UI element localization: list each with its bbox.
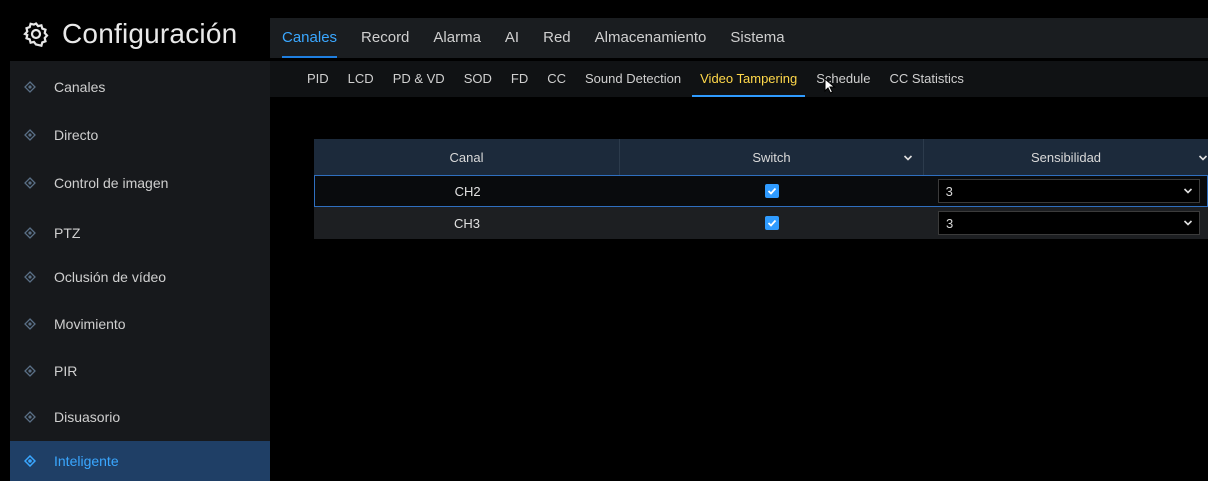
sidebar-item-label: Inteligente <box>54 453 119 469</box>
top-bar: Configuración Canales Record Alarma AI R… <box>0 0 1208 61</box>
sidebar-item-disuasorio[interactable]: Disuasorio <box>10 394 270 440</box>
header-sensibilidad-label: Sensibilidad <box>1030 149 1102 165</box>
tab-ai[interactable]: AI <box>505 18 519 58</box>
sidebar-item-ptz[interactable]: PTZ <box>10 210 270 256</box>
app-title: Configuración <box>62 18 238 49</box>
cell-canal: CH3 <box>453 215 480 231</box>
select-value: 3 <box>945 183 953 199</box>
main-tabs: Canales Record Alarma AI Red Almacenamie… <box>270 18 1208 58</box>
chevron-down-icon[interactable] <box>1198 151 1208 166</box>
cell-switch <box>620 176 923 206</box>
subtab-cc-statistics[interactable]: CC Statistics <box>889 61 963 97</box>
subtab-sod[interactable]: SOD <box>464 61 492 97</box>
select-value: 3 <box>946 215 954 231</box>
subtab-pid[interactable]: PID <box>307 61 329 97</box>
cell-canal: CH2 <box>454 183 481 199</box>
switch-checkbox[interactable] <box>764 184 779 198</box>
check-icon <box>767 187 777 195</box>
chevron-down-icon <box>1183 184 1193 199</box>
tab-canales[interactable]: Canales <box>282 18 338 58</box>
check-icon <box>767 219 777 227</box>
sidebar-item-label: PTZ <box>54 225 81 241</box>
header-switch-label: Switch <box>752 149 791 165</box>
header-canal: Canal <box>314 139 620 175</box>
sidebar-item-label: Control de imagen <box>54 175 169 191</box>
header-sensibilidad[interactable]: Sensibilidad <box>924 139 1208 175</box>
sidebar-item-label: Movimiento <box>54 316 126 332</box>
sensibilidad-select[interactable]: 3 <box>938 211 1200 235</box>
tab-alarma[interactable]: Alarma <box>433 18 481 58</box>
sidebar-item-movimiento[interactable]: Movimiento <box>10 301 270 347</box>
switch-checkbox[interactable] <box>765 216 779 230</box>
subtab-pd-vd[interactable]: PD & VD <box>393 61 445 97</box>
table-row[interactable]: CH3 3 <box>314 207 1208 239</box>
content-area: Canal Switch Sensibilidad CH2 3 CH3 3 <box>270 97 1208 481</box>
diamond-icon <box>24 455 36 467</box>
sidebar-item-oclusion-de-video[interactable]: Oclusión de vídeo <box>10 254 270 300</box>
cell-sensibilidad: 3 <box>924 176 1207 206</box>
table-row[interactable]: CH2 3 <box>314 175 1208 207</box>
sidebar-item-canales[interactable]: Canales <box>10 64 270 110</box>
sidebar-item-inteligente[interactable]: Inteligente <box>10 441 270 481</box>
tab-record[interactable]: Record <box>361 18 409 58</box>
tab-sistema[interactable]: Sistema <box>730 18 784 58</box>
chevron-down-icon <box>1183 216 1193 231</box>
diamond-icon <box>24 318 36 330</box>
diamond-icon <box>24 411 36 423</box>
subtab-lcd[interactable]: LCD <box>348 61 374 97</box>
sidebar-item-pir[interactable]: PIR <box>10 348 270 394</box>
sensibilidad-select[interactable]: 3 <box>937 179 1200 203</box>
sidebar-item-directo[interactable]: Directo <box>10 112 270 158</box>
subtab-video-tampering[interactable]: Video Tampering <box>692 61 806 97</box>
diamond-icon <box>24 81 36 93</box>
subtab-cc[interactable]: CC <box>547 61 566 97</box>
cell-sensibilidad: 3 <box>924 207 1208 239</box>
sidebar-item-label: Directo <box>54 127 99 143</box>
diamond-icon <box>24 177 36 189</box>
app-header: Configuración <box>18 16 237 52</box>
diamond-icon <box>24 365 36 377</box>
sidebar: Canales Directo Control de imagen PTZ Oc… <box>10 61 270 481</box>
subtab-fd[interactable]: FD <box>511 61 528 97</box>
sidebar-item-label: PIR <box>54 363 78 379</box>
sub-tabs: PID LCD PD & VD SOD FD CC Sound Detectio… <box>270 61 1208 97</box>
mouse-cursor-icon <box>824 77 836 99</box>
tab-almacenamiento[interactable]: Almacenamiento <box>595 18 707 58</box>
tab-red[interactable]: Red <box>543 18 571 58</box>
chevron-down-icon[interactable] <box>903 151 913 166</box>
diamond-icon <box>24 271 36 283</box>
header-switch[interactable]: Switch <box>620 139 924 175</box>
gear-icon <box>18 16 54 52</box>
sidebar-item-control-de-imagen[interactable]: Control de imagen <box>10 160 270 206</box>
cell-switch <box>620 207 924 239</box>
sidebar-item-label: Oclusión de vídeo <box>54 269 167 285</box>
subtab-sound-detection[interactable]: Sound Detection <box>585 61 681 97</box>
sidebar-item-label: Disuasorio <box>54 409 121 425</box>
diamond-icon <box>24 129 36 141</box>
diamond-icon <box>24 227 36 239</box>
sidebar-item-label: Canales <box>54 79 106 95</box>
header-canal-label: Canal <box>449 149 484 165</box>
video-tampering-table: Canal Switch Sensibilidad CH2 3 CH3 3 <box>314 139 1208 239</box>
table-header: Canal Switch Sensibilidad <box>314 139 1208 175</box>
